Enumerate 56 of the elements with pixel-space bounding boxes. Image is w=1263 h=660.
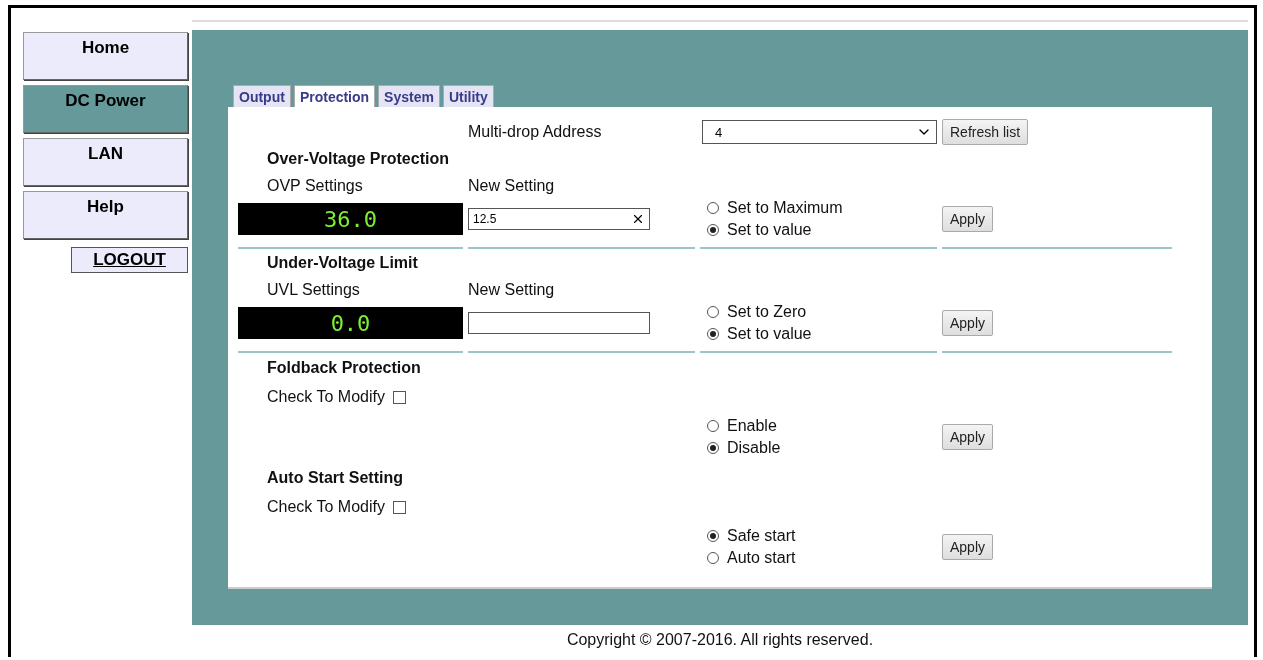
option-label: Disable (727, 439, 781, 457)
apply-button[interactable]: Apply (942, 206, 994, 232)
radio-option[interactable]: Set to Zero (707, 303, 812, 321)
radio-button[interactable] (707, 420, 719, 432)
copyright-text: Copyright © 2007-2016. All rights reserved. (565, 631, 875, 649)
new-setting-label: New Setting (468, 281, 556, 299)
check-label: Check To Modify (267, 388, 385, 406)
nav-button[interactable]: DC Power (23, 85, 188, 133)
option-label: Enable (727, 417, 777, 435)
radio-button[interactable] (707, 306, 719, 318)
radio-button[interactable] (707, 202, 719, 214)
option-label: Set to value (727, 325, 812, 343)
radio-option[interactable]: Set to value (707, 325, 812, 343)
radio-button[interactable] (707, 530, 719, 542)
nav-button[interactable]: Help (23, 191, 188, 239)
refresh-button[interactable]: Refresh list (942, 119, 1029, 145)
radio-button[interactable] (707, 442, 719, 454)
radio-option[interactable]: Safe start (707, 527, 937, 545)
option-label: Set to Zero (727, 303, 807, 321)
input-field[interactable] (468, 312, 650, 334)
radio-button[interactable] (707, 224, 719, 236)
section-title: Over-Voltage Protection (266, 150, 450, 168)
tab[interactable]: System (378, 85, 440, 107)
tab[interactable]: Utility (442, 85, 494, 107)
current-setting-label: OVP Settings (266, 177, 364, 195)
section-title: Under-Voltage Limit (266, 254, 419, 272)
checkbox[interactable] (393, 500, 406, 514)
reading-display: 36.0 (238, 203, 463, 235)
checkbox[interactable] (393, 390, 406, 404)
reading-display: 0.0 (238, 307, 463, 339)
radio-button[interactable] (707, 552, 719, 564)
apply-button[interactable]: Apply (942, 424, 994, 450)
current-setting-label: UVL Settings (266, 281, 361, 299)
check-label: Check To Modify (267, 498, 385, 516)
address-select[interactable]: 4 (702, 120, 937, 144)
nav-button[interactable]: LAN (23, 138, 188, 186)
radio-button[interactable] (707, 328, 719, 340)
tab[interactable]: Output (233, 85, 291, 107)
option-label: Safe start (727, 527, 796, 545)
input-field[interactable]: 12.5 (468, 208, 650, 230)
option-label: Auto start (727, 549, 796, 567)
radio-option[interactable]: Disable (707, 439, 937, 457)
clear-icon[interactable] (631, 212, 645, 226)
section-title: Auto Start Setting (266, 469, 404, 487)
option-label: Set to value (727, 221, 812, 239)
tab[interactable]: Protection (293, 85, 376, 107)
radio-option[interactable]: Auto start (707, 549, 937, 567)
new-setting-label: New Setting (468, 177, 556, 195)
apply-button[interactable]: Apply (942, 310, 994, 336)
section-title: Foldback Protection (266, 359, 422, 377)
address-label: Multi-drop Address (468, 123, 603, 141)
apply-button[interactable]: Apply (942, 534, 994, 560)
radio-option[interactable]: Enable (707, 417, 937, 435)
logout-link[interactable]: LOGOUT (71, 247, 188, 273)
radio-option[interactable]: Set to value (707, 221, 843, 239)
nav-button[interactable]: Home (23, 32, 188, 80)
